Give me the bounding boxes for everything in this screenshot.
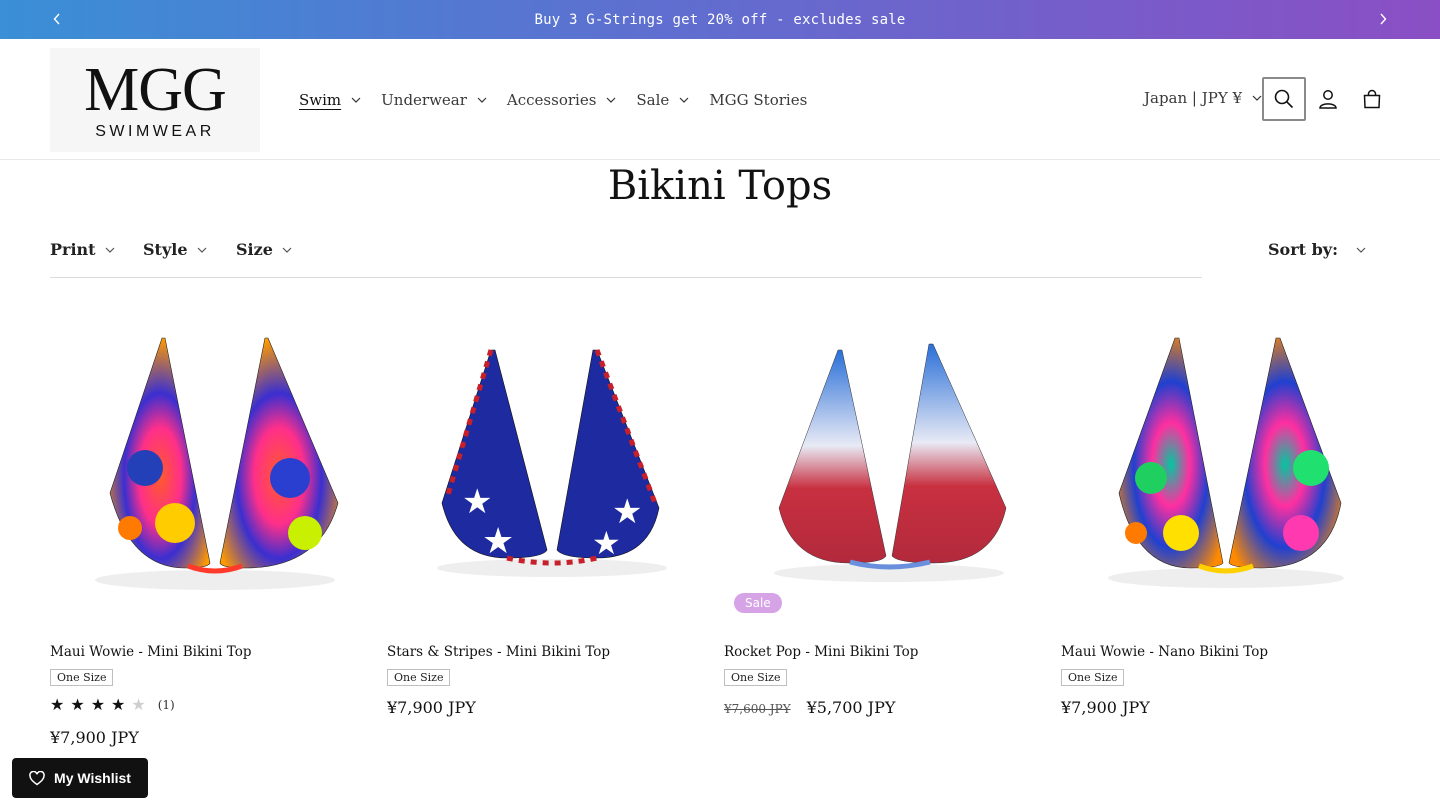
nav-item-label: MGG Stories: [709, 91, 808, 109]
star-filled-icon: ★: [90, 695, 106, 714]
nav-item-underwear[interactable]: Underwear: [381, 91, 487, 109]
sale-price: ¥5,700 JPY: [806, 698, 896, 717]
star-empty-icon: ★: [131, 695, 146, 714]
heart-icon: [29, 770, 45, 785]
product-price: ¥7,900 JPY: [387, 698, 476, 717]
rating-stars: ★ ★ ★ ★ ★ (1): [50, 695, 175, 714]
star-filled-icon: ★: [70, 695, 85, 714]
nav-item-mgg-stories[interactable]: MGG Stories: [709, 91, 807, 109]
svg-text:★: ★: [462, 482, 492, 522]
site-header: MGG SWIMWEAR Swim Underwear Accessories …: [0, 39, 1440, 160]
announcement-next-button[interactable]: [1373, 9, 1393, 29]
cart-button[interactable]: [1350, 77, 1394, 121]
price: ¥7,900 JPY: [50, 728, 139, 747]
nav-item-accessories[interactable]: Accessories: [507, 91, 616, 109]
filter-size[interactable]: Size: [236, 240, 292, 259]
product-title[interactable]: Stars & Stripes - Mini Bikini Top: [387, 644, 610, 660]
search-button[interactable]: [1262, 77, 1306, 121]
product-card: ★ ★ ★ ★ Stars & Stripes - Mini Bikini To…: [387, 318, 717, 717]
product-title[interactable]: Maui Wowie - Mini Bikini Top: [50, 644, 251, 660]
announcement-prev-button[interactable]: [47, 9, 67, 29]
cart-icon: [1363, 89, 1381, 109]
size-option[interactable]: One Size: [1061, 669, 1125, 686]
review-count[interactable]: (1): [158, 698, 175, 712]
svg-text:★: ★: [482, 521, 514, 562]
bikini-top-stars-stripes-image: ★ ★ ★ ★: [437, 349, 667, 577]
star-filled-icon: ★: [50, 695, 65, 714]
chevron-down-icon: [477, 97, 487, 103]
product-price: ¥7,900 JPY: [1061, 698, 1150, 717]
main-nav: Swim Underwear Accessories Sale MGG Stor…: [299, 89, 827, 111]
product-image[interactable]: ★ ★ ★ ★: [387, 318, 717, 628]
product-card: Maui Wowie - Mini Bikini Top One Size ★ …: [50, 318, 380, 747]
product-image[interactable]: [1061, 318, 1391, 628]
filter-label: Size: [236, 240, 273, 259]
sort-label: Sort by:: [1268, 240, 1339, 259]
bikini-top-tropical-nano-image: [1108, 337, 1344, 588]
product-card: Sale Rocket Pop - Mini Bikini Top One Si…: [724, 318, 1054, 717]
chevron-down-icon: [351, 97, 361, 103]
nav-item-label: Underwear: [381, 91, 467, 109]
chevron-down-icon: [1356, 247, 1366, 253]
search-icon: [1274, 89, 1294, 109]
chevron-down-icon: [282, 247, 292, 253]
country-selector-label: Japan | JPY ¥: [1144, 89, 1243, 107]
product-image[interactable]: [50, 318, 380, 628]
filter-style[interactable]: Style: [143, 240, 207, 259]
announcement-bar: Buy 3 G-Strings get 20% off - excludes s…: [0, 0, 1440, 39]
country-selector[interactable]: Japan | JPY ¥: [1144, 89, 1262, 107]
filter-bar: Print Style Size: [50, 238, 1202, 278]
nav-item-label: Sale: [636, 91, 670, 109]
nav-item-label: Swim: [299, 91, 342, 109]
size-option[interactable]: One Size: [50, 669, 114, 686]
nav-item-label: Accessories: [506, 91, 597, 109]
account-button[interactable]: [1306, 77, 1350, 121]
product-title[interactable]: Rocket Pop - Mini Bikini Top: [724, 644, 918, 660]
chevron-left-icon: [53, 13, 60, 25]
site-logo[interactable]: MGG SWIMWEAR: [50, 48, 260, 152]
chevron-down-icon: [679, 97, 689, 103]
product-image[interactable]: Sale: [724, 318, 1054, 628]
price: ¥7,900 JPY: [1061, 698, 1150, 717]
logo-subtext: SWIMWEAR: [95, 123, 215, 140]
bikini-top-tie-dye-image: [774, 343, 1007, 582]
filter-label: Print: [50, 240, 96, 259]
chevron-down-icon: [606, 97, 616, 103]
size-option[interactable]: One Size: [724, 669, 788, 686]
sort-by-dropdown[interactable]: Sort by:: [1268, 240, 1366, 259]
size-option[interactable]: One Size: [387, 669, 451, 686]
price: ¥7,900 JPY: [387, 698, 476, 717]
logo-text: MGG: [84, 56, 227, 124]
svg-text:★: ★: [592, 524, 621, 562]
filter-label: Style: [143, 240, 188, 259]
chevron-down-icon: [197, 247, 206, 253]
product-title[interactable]: Maui Wowie - Nano Bikini Top: [1061, 644, 1268, 660]
nav-item-sale[interactable]: Sale: [636, 91, 689, 109]
page-title: Bikini Tops: [607, 163, 833, 209]
chevron-right-icon: [1380, 13, 1387, 25]
product-price: ¥7,600 JPY ¥5,700 JPY: [724, 698, 895, 717]
product-price: ¥7,900 JPY: [50, 728, 139, 747]
compare-at-price: ¥7,600 JPY: [724, 702, 791, 716]
sale-badge: Sale: [734, 593, 782, 613]
bikini-top-tropical-image: [95, 337, 339, 590]
filter-print[interactable]: Print: [50, 240, 115, 259]
chevron-down-icon: [105, 247, 114, 253]
wishlist-button[interactable]: My Wishlist: [12, 758, 148, 798]
product-card: Maui Wowie - Nano Bikini Top One Size ¥7…: [1061, 318, 1391, 717]
account-icon: [1319, 90, 1337, 109]
star-filled-icon: ★: [111, 695, 126, 714]
announcement-message[interactable]: Buy 3 G-Strings get 20% off - excludes s…: [534, 12, 905, 28]
nav-item-swim[interactable]: Swim: [299, 91, 361, 109]
chevron-down-icon: [1252, 95, 1262, 101]
wishlist-label: My Wishlist: [54, 770, 131, 786]
